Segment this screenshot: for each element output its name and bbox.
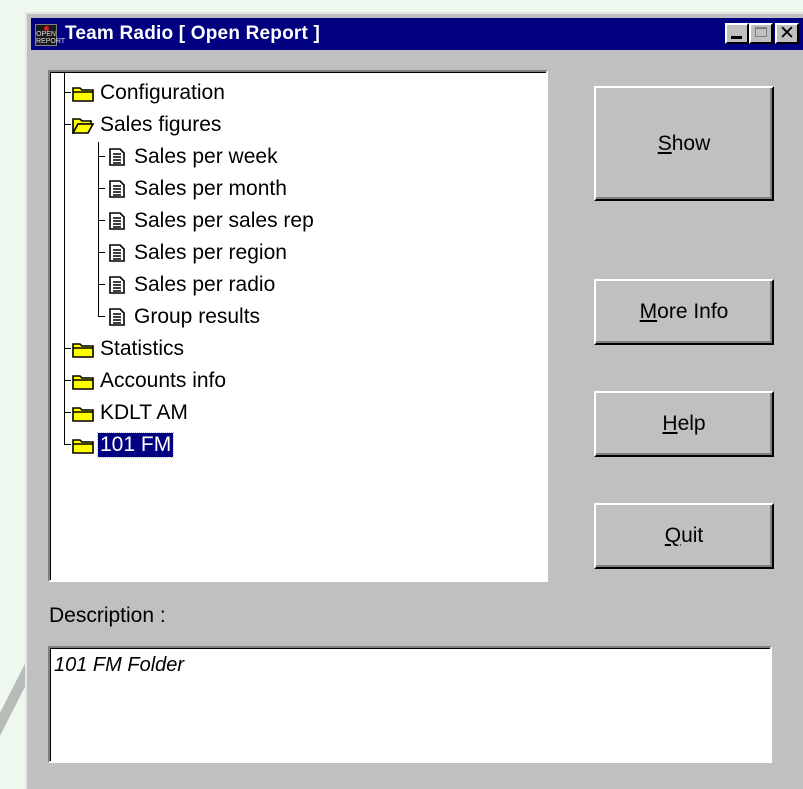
report-tree-view[interactable]: Configuration Sales figures Sales per week… bbox=[48, 70, 548, 582]
report-document-icon bbox=[106, 244, 128, 262]
maximize-button[interactable] bbox=[749, 23, 773, 44]
folder-closed-icon bbox=[72, 84, 94, 102]
minimize-icon bbox=[731, 36, 742, 39]
folder-open-icon bbox=[71, 116, 95, 137]
report-document-icon bbox=[106, 148, 128, 166]
tree-folder-item[interactable]: KDLT AM bbox=[72, 398, 190, 428]
show-button-mnemonic: S bbox=[657, 131, 672, 155]
tree-item-label: Sales per region bbox=[134, 241, 287, 264]
show-button-label: how bbox=[671, 131, 711, 155]
tree-item-label: Sales per month bbox=[134, 177, 287, 200]
tree-branch-line bbox=[98, 220, 105, 221]
tree-item-label: Sales per week bbox=[134, 145, 278, 168]
tree-branch-line bbox=[98, 188, 105, 189]
report-document-icon bbox=[106, 308, 128, 326]
help-button-label: elp bbox=[677, 412, 706, 435]
close-button[interactable]: ✕ bbox=[775, 22, 799, 44]
tree-branch-line bbox=[64, 348, 71, 349]
tree-branch-line bbox=[64, 124, 71, 125]
help-button-mnemonic: H bbox=[662, 412, 678, 435]
show-button[interactable]: Show bbox=[594, 86, 774, 201]
tree-item-label: 101 FM bbox=[96, 432, 175, 458]
folder-closed-icon bbox=[72, 340, 94, 358]
report-document-icon bbox=[106, 212, 128, 230]
tree-folder-item[interactable]: 101 FM bbox=[72, 430, 175, 460]
tree-item-label: Sales per radio bbox=[134, 273, 276, 296]
tree-item-label: Group results bbox=[134, 305, 261, 328]
tree-item-label: Configuration bbox=[100, 81, 225, 104]
more-info-button-label: ore Info bbox=[657, 300, 729, 323]
tree-folder-item[interactable]: Configuration bbox=[72, 78, 227, 108]
tree-item-label: Sales figures bbox=[100, 113, 222, 136]
tree-child-connector-line bbox=[98, 142, 99, 316]
quit-button-label: uit bbox=[681, 524, 704, 547]
tree-report-item[interactable]: Sales per region bbox=[106, 238, 289, 268]
description-text: 101 FM Folder bbox=[54, 654, 185, 676]
tree-branch-line bbox=[64, 380, 71, 381]
quit-button[interactable]: Quit bbox=[594, 503, 774, 569]
tree-branch-line bbox=[64, 92, 71, 93]
tree-report-item[interactable]: Sales per sales rep bbox=[106, 206, 316, 236]
tree-branch-line bbox=[98, 252, 105, 253]
tree-folder-item[interactable]: Accounts info bbox=[72, 366, 228, 396]
more-info-button[interactable]: More Info bbox=[594, 279, 774, 345]
tree-branch-line bbox=[64, 444, 71, 445]
close-icon: ✕ bbox=[779, 22, 795, 44]
tree-root-connector-line bbox=[64, 72, 65, 444]
tree-folder-item[interactable]: Sales figures bbox=[71, 110, 223, 140]
tree-folder-item[interactable]: Statistics bbox=[72, 334, 186, 364]
help-button[interactable]: Help bbox=[594, 391, 774, 457]
app-logo-icon: OPEN REPORT bbox=[35, 24, 65, 46]
description-box: 101 FM Folder bbox=[48, 646, 772, 763]
tree-branch-line bbox=[98, 316, 105, 317]
tree-report-item[interactable]: Sales per month bbox=[106, 174, 289, 204]
tree-report-item[interactable]: Sales per week bbox=[106, 142, 280, 172]
folder-closed-icon bbox=[72, 436, 94, 454]
report-document-icon bbox=[106, 180, 128, 198]
maximize-icon bbox=[755, 27, 767, 37]
report-document-icon bbox=[106, 276, 128, 294]
tree-item-label: Sales per sales rep bbox=[134, 209, 314, 232]
tree-branch-line bbox=[98, 156, 105, 157]
tree-branch-line bbox=[98, 284, 105, 285]
tree-item-label: Statistics bbox=[100, 337, 185, 360]
open-report-window: OPEN REPORT Team Radio [ Open Report ] ✕… bbox=[25, 12, 803, 789]
minimize-button[interactable] bbox=[725, 23, 749, 44]
description-label: Description : bbox=[49, 604, 166, 627]
folder-closed-icon bbox=[72, 404, 94, 422]
tree-report-item[interactable]: Sales per radio bbox=[106, 270, 277, 300]
folder-closed-icon bbox=[72, 372, 94, 390]
tree-item-label: KDLT AM bbox=[100, 401, 188, 424]
tree-branch-line bbox=[64, 412, 71, 413]
tree-report-item[interactable]: Group results bbox=[106, 302, 262, 332]
more-info-button-mnemonic: M bbox=[639, 300, 658, 323]
title-bar[interactable]: OPEN REPORT Team Radio [ Open Report ] ✕ bbox=[31, 18, 803, 50]
tree-item-label: Accounts info bbox=[100, 369, 227, 392]
quit-button-mnemonic: Q bbox=[664, 524, 682, 547]
window-title: Team Radio [ Open Report ] bbox=[65, 23, 321, 44]
